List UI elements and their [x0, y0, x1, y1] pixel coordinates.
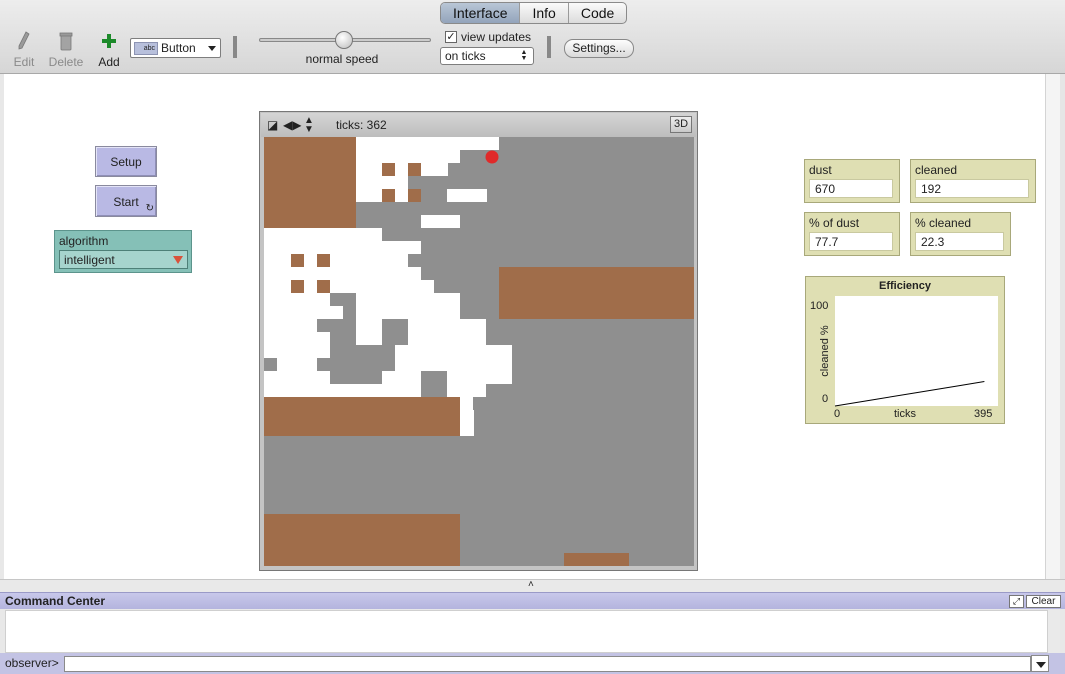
view-updates-label: view updates — [461, 30, 532, 44]
command-center-title: Command Center — [5, 594, 106, 608]
delete-button[interactable]: Delete — [46, 30, 86, 69]
pct-cleaned-monitor: % cleaned 22.3 — [910, 212, 1011, 256]
algorithm-chooser[interactable]: algorithm intelligent — [54, 230, 192, 273]
efficiency-plot: Efficiency 100 0 0 ticks 395 cleaned % — [805, 276, 1005, 424]
clear-button[interactable]: Clear — [1026, 595, 1061, 608]
toolbar-divider — [233, 36, 237, 58]
command-center-header: Command Center ⤢ Clear — [0, 592, 1065, 609]
pct-cleaned-monitor-label: % cleaned — [915, 216, 972, 230]
forever-icon: ↻ — [145, 203, 154, 214]
cleaned-monitor: cleaned 192 — [910, 159, 1036, 203]
shape-toggle-icon[interactable]: ◪ — [267, 118, 278, 132]
tab-info[interactable]: Info — [520, 3, 569, 23]
trash-icon — [46, 30, 86, 52]
toolbar: Interface Info Code Edit Delete Add abc … — [0, 0, 1065, 74]
robot-vacuum — [485, 150, 499, 164]
dust-monitor-label: dust — [809, 163, 832, 177]
horizontal-arrows-icon[interactable]: ◀▶ — [283, 118, 301, 132]
view-updates-checkbox[interactable]: ✓ — [445, 31, 457, 43]
edit-label: Edit — [13, 55, 35, 69]
add-label: Add — [98, 55, 120, 69]
start-button-label: Start — [113, 195, 139, 209]
caret-up-icon: ˄ — [528, 579, 534, 590]
widget-type-select[interactable]: abc Button — [130, 38, 221, 58]
plot-area — [834, 296, 998, 407]
command-input[interactable] — [64, 656, 1031, 672]
start-button[interactable]: Start ↻ — [95, 185, 157, 217]
dust-monitor-value: 670 — [809, 179, 893, 198]
pencil-icon — [4, 30, 44, 52]
toolbar-divider — [547, 36, 551, 58]
update-mode-select[interactable]: on ticks ▲ ▼ — [440, 47, 534, 65]
splitter-handle[interactable]: ˄ — [0, 579, 1065, 592]
speed-label: normal speed — [305, 52, 379, 66]
view-header: ◪ ◀▶ ▲ ▼ ticks: 362 3D — [261, 113, 696, 137]
setup-button-label: Setup — [110, 155, 142, 169]
pct-dust-monitor: % of dust 77.7 — [804, 212, 900, 256]
setup-button[interactable]: Setup — [95, 146, 157, 177]
cleaned-monitor-value: 192 — [915, 179, 1029, 198]
up-down-arrows-icon: ▲ ▼ — [520, 49, 528, 62]
vertical-scrollbar[interactable] — [1045, 74, 1060, 579]
history-dropdown[interactable] — [1031, 655, 1049, 672]
3d-view-button[interactable]: 3D — [670, 116, 692, 133]
speed-slider-knob[interactable] — [335, 31, 353, 49]
chooser-value-box[interactable]: intelligent — [59, 250, 188, 269]
plus-icon — [89, 30, 129, 52]
pct-dust-monitor-value: 77.7 — [809, 232, 893, 251]
tab-bar: Interface Info Code — [440, 2, 628, 24]
output-scrollbar[interactable] — [1048, 610, 1060, 653]
update-mode-value: on ticks — [445, 49, 486, 63]
tab-code[interactable]: Code — [569, 3, 626, 23]
dropdown-triangle-icon — [173, 256, 183, 264]
delete-label: Delete — [48, 55, 84, 69]
chooser-value: intelligent — [64, 253, 115, 267]
settings-button[interactable]: Settings... — [564, 39, 634, 58]
edit-button[interactable]: Edit — [4, 30, 44, 69]
add-button[interactable]: Add — [89, 30, 129, 69]
command-output — [5, 610, 1048, 653]
pct-dust-monitor-label: % of dust — [809, 216, 860, 230]
chevron-down-icon — [208, 46, 216, 51]
button-widget-icon: abc — [134, 42, 158, 55]
pct-cleaned-monitor-value: 22.3 — [915, 232, 1004, 251]
vertical-arrows-icon[interactable]: ▲ ▼ — [304, 116, 314, 135]
agent-prompt[interactable]: observer> — [5, 656, 59, 670]
world-grid[interactable] — [264, 137, 694, 566]
view-updates-toggle[interactable]: ✓ view updates — [445, 30, 531, 44]
expand-icon[interactable]: ⤢ — [1009, 595, 1024, 608]
cleaned-monitor-label: cleaned — [915, 163, 958, 177]
window-edge — [1060, 74, 1065, 579]
world-patches — [264, 137, 694, 566]
dust-monitor: dust 670 — [804, 159, 900, 203]
widget-type-value: Button — [161, 41, 196, 55]
chooser-label: algorithm — [59, 234, 109, 248]
ticks-counter: ticks: 362 — [336, 118, 387, 132]
tab-interface[interactable]: Interface — [441, 3, 521, 23]
